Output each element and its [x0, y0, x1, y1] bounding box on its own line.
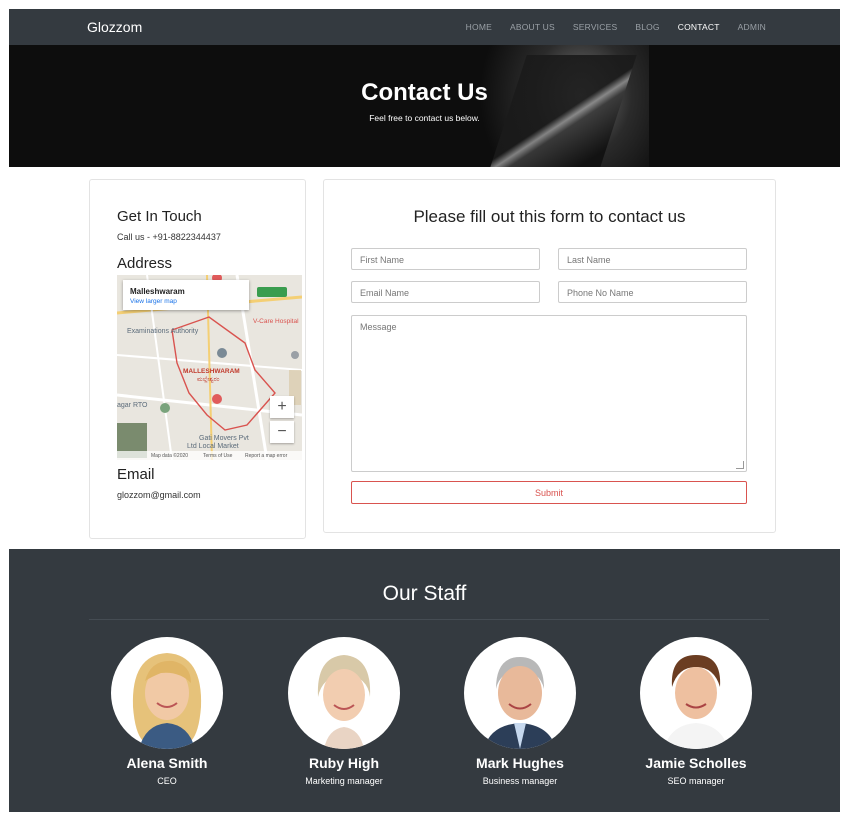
avatar	[288, 637, 400, 749]
staff-member-card: Jamie Scholles SEO manager	[626, 637, 766, 786]
map-area-label: MALLESHWARAM	[183, 368, 240, 375]
staff-name: Alena Smith	[126, 755, 208, 771]
contact-form-card: Please fill out this form to contact us …	[323, 179, 776, 533]
phone-input[interactable]: Phone No Name	[558, 281, 747, 303]
first-name-input[interactable]: First Name	[351, 248, 540, 270]
view-larger-map-link[interactable]: View larger map	[130, 298, 177, 305]
page: Glozzom HOME ABOUT US SERVICES BLOG CONT…	[9, 9, 840, 812]
nav-link-about[interactable]: ABOUT US	[510, 22, 555, 32]
staff-name: Mark Hughes	[476, 755, 564, 771]
staff-member-card: Mark Hughes Business manager	[450, 637, 590, 786]
nav-link-home[interactable]: HOME	[466, 22, 492, 32]
staff-name: Ruby High	[309, 755, 379, 771]
hero-banner: Contact Us Feel free to contact us below…	[9, 45, 840, 167]
avatar	[640, 637, 752, 749]
nav-links: HOME ABOUT US SERVICES BLOG CONTACT ADMI…	[466, 9, 766, 45]
map-area-label-local: ಮಲ್ಲೇಶ್ವರಂ	[197, 376, 220, 383]
nav-link-admin[interactable]: ADMIN	[738, 22, 766, 32]
avatar	[111, 637, 223, 749]
map-label-exam: Examinations Authority	[127, 328, 199, 335]
navbar: Glozzom HOME ABOUT US SERVICES BLOG CONT…	[9, 9, 840, 45]
staff-role: Marketing manager	[305, 776, 383, 786]
staff-member-card: Ruby High Marketing manager	[274, 637, 414, 786]
map-zoom-in-button[interactable]: +	[270, 396, 294, 418]
embedded-map[interactable]: Examinations Authority V-Care Hospital M…	[117, 275, 302, 460]
staff-member-card: Alena Smith CEO	[97, 637, 237, 786]
nav-link-contact[interactable]: CONTACT	[678, 22, 720, 32]
staff-section: Our Staff Alena Smith CEO Ruby High Mark…	[9, 549, 840, 812]
map-place-name: Malleshwaram	[130, 287, 185, 296]
resize-grip-icon[interactable]	[736, 461, 744, 469]
map-data-text: Map data ©2020	[151, 453, 189, 459]
email-heading: Email	[117, 466, 155, 483]
get-in-touch-heading: Get In Touch	[117, 208, 202, 225]
phone-text: Call us - +91-8822344437	[117, 232, 221, 242]
last-name-input[interactable]: Last Name	[558, 248, 747, 270]
map-footer: Map data ©2020 Terms of Use Report a map…	[117, 451, 302, 460]
submit-button[interactable]: Submit	[351, 481, 747, 504]
staff-role: SEO manager	[667, 776, 725, 786]
map-label-rto: agar RTO	[117, 402, 148, 409]
email-value: glozzom@gmail.com	[117, 490, 201, 500]
map-report-link[interactable]: Report a map error	[245, 453, 287, 459]
staff-divider	[89, 619, 769, 620]
message-placeholder: Message	[360, 322, 397, 332]
address-heading: Address	[117, 255, 173, 272]
nav-link-blog[interactable]: BLOG	[635, 22, 659, 32]
staff-role: Business manager	[482, 776, 558, 786]
map-zoom-out-button[interactable]: −	[270, 421, 294, 443]
hero-title: Contact Us	[361, 79, 488, 106]
form-heading: Please fill out this form to contact us	[413, 207, 686, 226]
email-input[interactable]: Email Name	[351, 281, 540, 303]
staff-heading: Our Staff	[382, 582, 467, 605]
message-textarea[interactable]: Message	[351, 315, 747, 472]
map-label-market: Gati Movers Pvt	[199, 435, 249, 442]
map-terms-link[interactable]: Terms of Use	[203, 453, 232, 459]
avatar	[464, 637, 576, 749]
map-label-market2: Ltd Local Market	[187, 443, 239, 450]
hero-subtitle: Feel free to contact us below.	[369, 113, 480, 123]
brand-logo[interactable]: Glozzom	[87, 19, 142, 35]
map-info-box: Malleshwaram View larger map	[123, 280, 249, 310]
staff-name: Jamie Scholles	[645, 755, 747, 771]
contact-info-card: Get In Touch Call us - +91-8822344437 Ad…	[89, 179, 306, 539]
map-label-hospital: V-Care Hospital	[253, 318, 299, 325]
nav-link-services[interactable]: SERVICES	[573, 22, 617, 32]
staff-role: CEO	[157, 776, 177, 786]
